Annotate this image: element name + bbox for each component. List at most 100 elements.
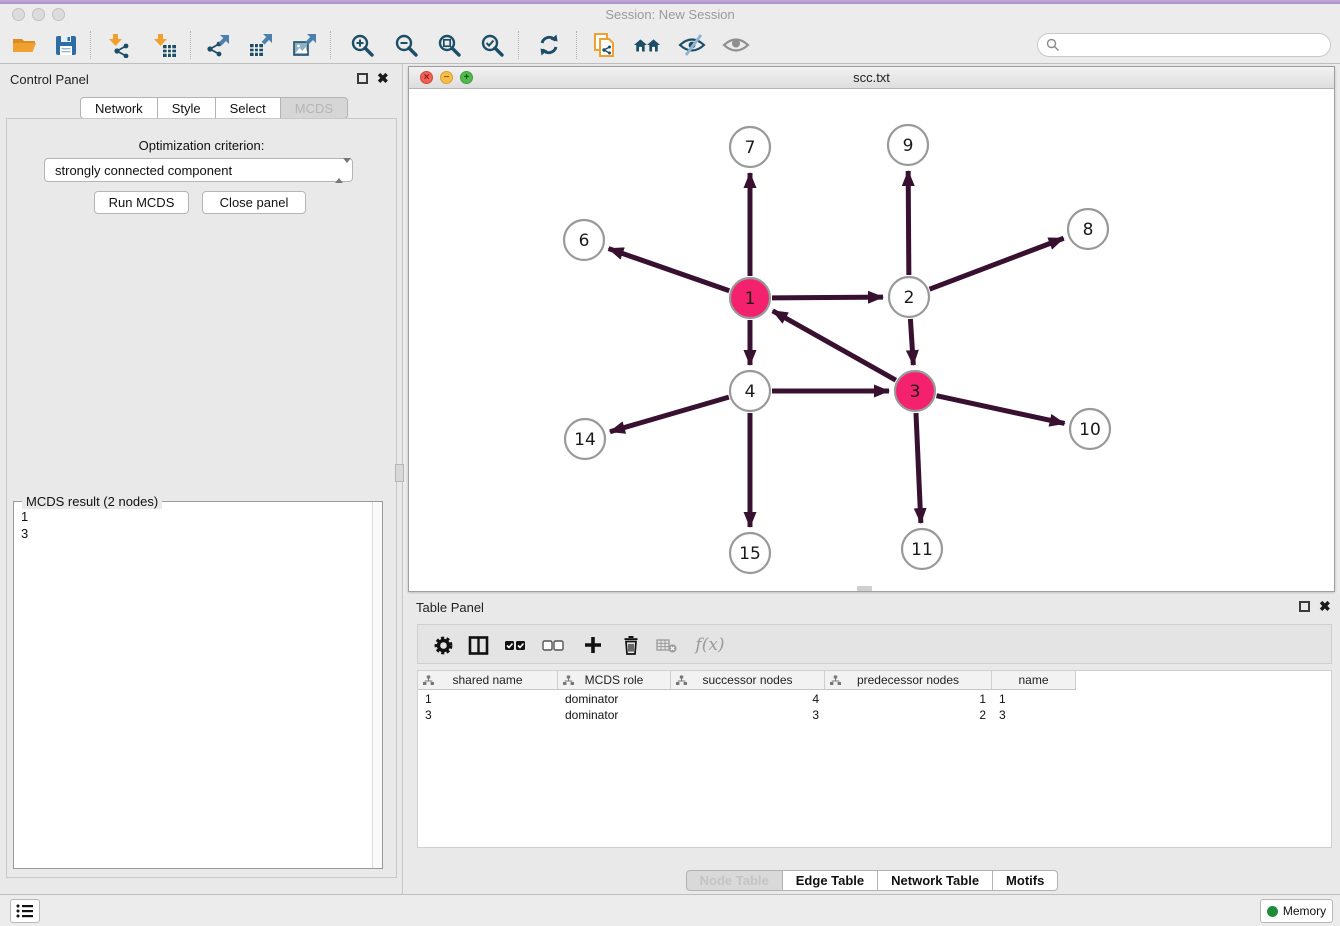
cell-successor-nodes[interactable]: 3 <box>671 707 825 723</box>
search-input[interactable] <box>1065 38 1330 52</box>
cell-predecessor-nodes[interactable]: 1 <box>825 691 992 707</box>
control-tab-mcds[interactable]: MCDS <box>281 97 348 119</box>
mcds-result-text[interactable]: 1 3 <box>14 506 372 868</box>
table-tab-motifs[interactable]: Motifs <box>993 870 1058 891</box>
tree-icon <box>423 675 434 689</box>
column-header-name[interactable]: name <box>992 671 1076 690</box>
new-network-from-selection-icon[interactable] <box>590 31 618 59</box>
delete-icon[interactable] <box>620 634 642 656</box>
graph-node-7[interactable]: 7 <box>730 127 770 167</box>
minimize-network-icon[interactable]: − <box>440 71 453 84</box>
tree-icon <box>563 675 574 689</box>
graph-node-10[interactable]: 10 <box>1070 409 1110 449</box>
edge-3-1[interactable] <box>773 311 896 380</box>
graph-node-11[interactable]: 11 <box>902 529 942 569</box>
cell-MCDS-role[interactable]: dominator <box>558 691 671 707</box>
control-tab-style[interactable]: Style <box>158 97 216 119</box>
cell-successor-nodes[interactable]: 4 <box>671 691 825 707</box>
cell-name[interactable]: 1 <box>992 691 1076 707</box>
add-icon[interactable] <box>582 634 604 656</box>
task-history-button[interactable] <box>10 899 40 923</box>
cell-shared-name[interactable]: 3 <box>418 707 558 723</box>
zoom-out-icon[interactable] <box>392 31 420 59</box>
table-panel: Table Panel ✖ f(x) shared nameMCDS roles… <box>404 594 1340 894</box>
gear-icon[interactable] <box>432 634 454 656</box>
float-table-panel-icon[interactable] <box>1299 601 1310 612</box>
cell-shared-name[interactable]: 1 <box>418 691 558 707</box>
close-window-icon[interactable] <box>12 8 25 21</box>
run-mcds-button[interactable]: Run MCDS <box>94 191 189 214</box>
edge-1-2[interactable] <box>772 297 883 298</box>
import-table-icon[interactable] <box>150 31 178 59</box>
zoom-fit-icon[interactable] <box>435 31 463 59</box>
split-columns-icon[interactable] <box>467 634 489 656</box>
graph-node-6[interactable]: 6 <box>564 220 604 260</box>
cell-MCDS-role[interactable]: dominator <box>558 707 671 723</box>
canvas-resize-grip[interactable] <box>857 586 872 591</box>
column-header-successor-nodes[interactable]: successor nodes <box>671 671 825 690</box>
function-builder-label: f(x) <box>695 635 724 655</box>
table-tab-edge-table[interactable]: Edge Table <box>783 870 878 891</box>
close-panel-icon[interactable]: ✖ <box>377 72 389 84</box>
network-canvas[interactable]: 1 2 3 4 6 7 8 9 10 11 14 15 <box>409 89 1334 591</box>
export-network-icon[interactable] <box>204 31 232 59</box>
graph-node-9[interactable]: 9 <box>888 125 928 165</box>
panel-divider-grip[interactable] <box>395 464 404 482</box>
zoom-window-icon[interactable] <box>52 8 65 21</box>
graph-node-15[interactable]: 15 <box>730 533 770 573</box>
table-row[interactable]: 1dominator411 <box>418 691 1331 707</box>
node-table[interactable]: shared nameMCDS rolesuccessor nodesprede… <box>417 670 1332 848</box>
table-tab-network-table[interactable]: Network Table <box>878 870 993 891</box>
graph-node-1[interactable]: 1 <box>730 278 770 318</box>
export-table-icon[interactable] <box>247 31 275 59</box>
close-panel-button[interactable]: Close panel <box>202 191 306 214</box>
select-all-checkboxes-icon[interactable] <box>504 634 526 656</box>
show-all-icon[interactable] <box>722 31 750 59</box>
edge-2-8[interactable] <box>930 238 1064 289</box>
float-panel-icon[interactable] <box>357 73 368 84</box>
home-icon[interactable] <box>633 31 661 59</box>
graph-node-4[interactable]: 4 <box>730 371 770 411</box>
memory-button[interactable]: Memory <box>1260 899 1333 923</box>
close-network-icon[interactable]: × <box>420 71 433 84</box>
control-tab-network[interactable]: Network <box>80 97 158 119</box>
edge-3-10[interactable] <box>936 396 1064 424</box>
edge-1-6[interactable] <box>609 249 730 291</box>
table-tab-node-table[interactable]: Node Table <box>686 870 783 891</box>
network-graph[interactable]: 1 2 3 4 6 7 8 9 10 11 14 15 <box>409 89 1334 591</box>
export-image-icon[interactable] <box>291 31 319 59</box>
zoom-network-icon[interactable]: + <box>460 71 473 84</box>
column-header-shared-name[interactable]: shared name <box>418 671 558 690</box>
criterion-select[interactable]: strongly connected component <box>44 158 353 182</box>
graph-node-2[interactable]: 2 <box>889 277 929 317</box>
result-scrollbar[interactable] <box>372 502 382 868</box>
cell-name[interactable]: 3 <box>992 707 1076 723</box>
main-toolbar <box>0 26 1340 64</box>
save-icon[interactable] <box>52 31 80 59</box>
open-icon[interactable] <box>10 31 38 59</box>
search-box[interactable] <box>1037 33 1331 57</box>
cell-predecessor-nodes[interactable]: 2 <box>825 707 992 723</box>
column-header-MCDS-role[interactable]: MCDS role <box>558 671 671 690</box>
graph-node-8[interactable]: 8 <box>1068 209 1108 249</box>
zoom-in-icon[interactable] <box>348 31 376 59</box>
import-network-icon[interactable] <box>104 31 132 59</box>
clear-checkboxes-icon[interactable] <box>542 634 564 656</box>
table-row[interactable]: 3dominator323 <box>418 707 1331 723</box>
svg-text:2: 2 <box>904 288 915 308</box>
edge-4-14[interactable] <box>610 397 729 432</box>
zoom-selected-icon[interactable] <box>478 31 506 59</box>
control-tab-select[interactable]: Select <box>216 97 281 119</box>
network-window-titlebar[interactable]: × − + scc.txt <box>409 67 1334 89</box>
toolbar-separator <box>330 31 331 59</box>
edge-2-3[interactable] <box>910 319 913 365</box>
minimize-window-icon[interactable] <box>32 8 45 21</box>
close-table-panel-icon[interactable]: ✖ <box>1319 600 1331 612</box>
edge-2-9[interactable] <box>908 171 909 275</box>
hide-selection-icon[interactable] <box>678 31 706 59</box>
edge-3-11[interactable] <box>916 413 921 523</box>
graph-node-3[interactable]: 3 <box>895 371 935 411</box>
graph-node-14[interactable]: 14 <box>565 419 605 459</box>
column-header-predecessor-nodes[interactable]: predecessor nodes <box>825 671 992 690</box>
refresh-icon[interactable] <box>535 31 563 59</box>
